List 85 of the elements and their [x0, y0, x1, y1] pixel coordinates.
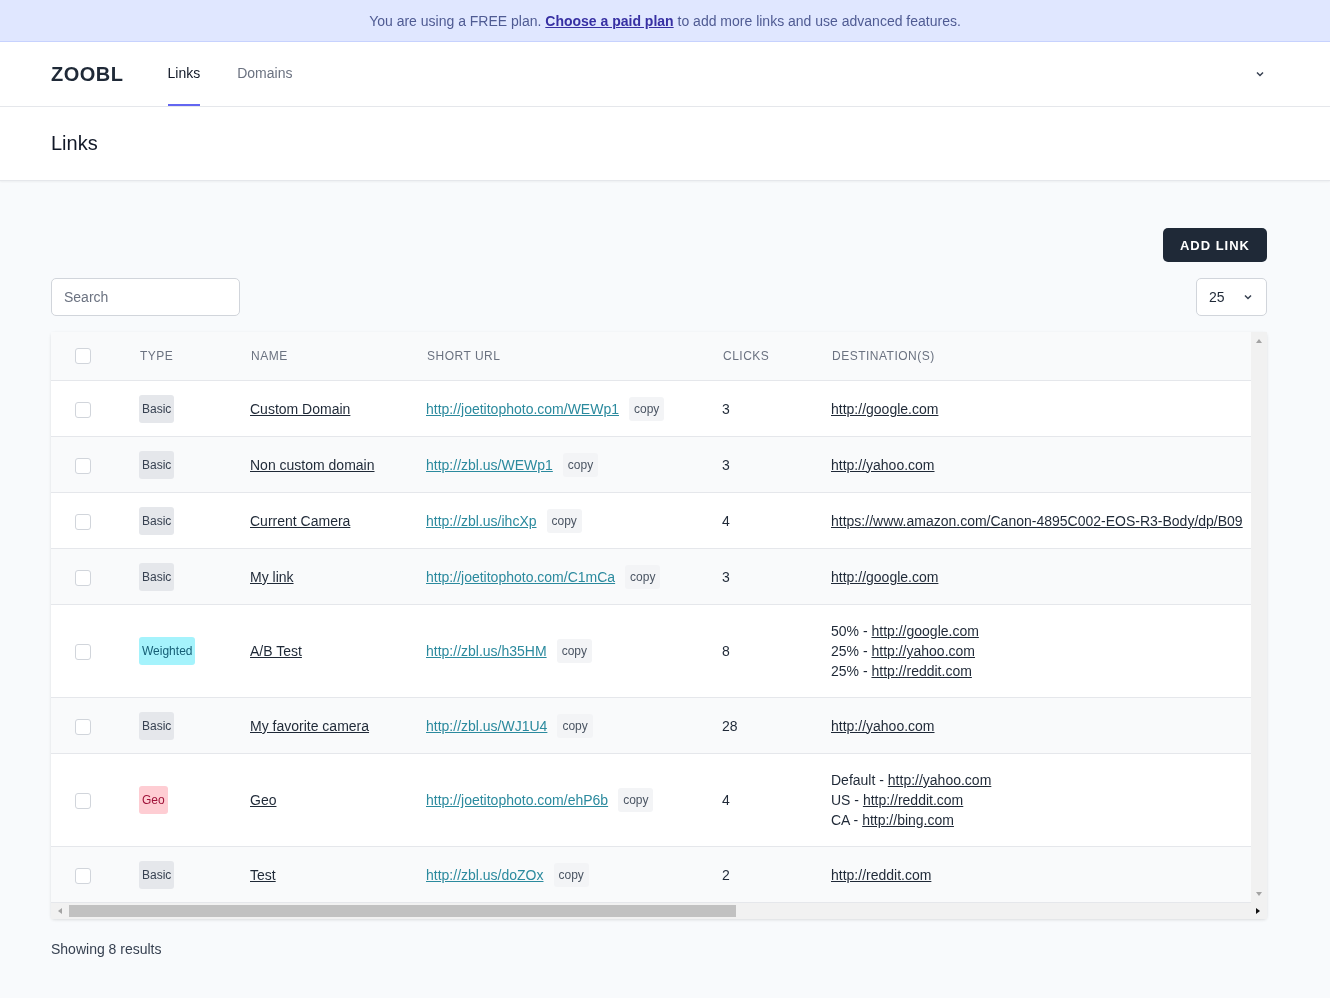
- search-field[interactable]: Search: [51, 278, 240, 316]
- row-checkbox[interactable]: [75, 867, 91, 884]
- destination-link[interactable]: http://yahoo.com: [831, 717, 935, 734]
- type-badge: Basic: [139, 711, 175, 740]
- short-url-link[interactable]: http://zbl.us/doZOx: [426, 864, 544, 885]
- short-url-link[interactable]: http://joetitophoto.com/ehP6b: [426, 790, 609, 810]
- destination-weight: Default -: [831, 772, 885, 788]
- destination-link[interactable]: http://bing.com: [862, 812, 954, 828]
- clicks-count: 3: [722, 400, 730, 417]
- column-header: TYPE: [140, 349, 174, 363]
- row-checkbox[interactable]: [75, 793, 91, 810]
- copy-button[interactable]: copy: [625, 564, 661, 589]
- row-checkbox[interactable]: [75, 401, 91, 418]
- destination-link[interactable]: http://google.com: [871, 623, 979, 639]
- link-name[interactable]: Current Camera: [250, 512, 351, 529]
- destination-link[interactable]: http://yahoo.com: [831, 456, 935, 473]
- type-badge: Basic: [139, 450, 175, 479]
- destination-weight: 25% -: [831, 663, 869, 679]
- type-badge: Basic: [139, 506, 175, 535]
- copy-button[interactable]: copy: [629, 396, 665, 421]
- column-header: CLICKS: [723, 349, 770, 363]
- add-link-button[interactable]: ADD LINK: [1162, 228, 1267, 262]
- scroll-left-icon[interactable]: [57, 907, 63, 915]
- clicks-count: 8: [722, 643, 730, 659]
- clicks-count: 2: [722, 866, 730, 883]
- destination-link[interactable]: http://yahoo.com: [887, 772, 992, 788]
- brand-logo[interactable]: ZOOBL: [51, 42, 124, 106]
- short-url-link[interactable]: http://joetitophoto.com/WEWp1: [426, 398, 619, 419]
- short-url-link[interactable]: http://zbl.us/WJ1U4: [426, 715, 548, 736]
- copy-button[interactable]: copy: [557, 713, 593, 738]
- destination-link[interactable]: http://reddit.com: [871, 663, 972, 679]
- copy-button[interactable]: copy: [618, 788, 654, 812]
- scroll-down-icon[interactable]: [1255, 891, 1263, 897]
- destination-link[interactable]: http://reddit.com: [862, 792, 964, 808]
- copy-button[interactable]: copy: [553, 862, 589, 887]
- destination-link[interactable]: http://reddit.com: [831, 866, 932, 883]
- link-name[interactable]: My link: [250, 568, 294, 585]
- select-all-checkbox[interactable]: [75, 348, 91, 364]
- destination-link[interactable]: http://yahoo.com: [871, 643, 975, 659]
- destination-link[interactable]: http://google.com: [831, 400, 939, 417]
- type-badge: Basic: [139, 860, 175, 889]
- short-url-link[interactable]: http://zbl.us/h35HM: [426, 641, 547, 661]
- destination-weight: US -: [831, 792, 860, 808]
- short-url-link[interactable]: http://zbl.us/ihcXp: [426, 510, 537, 531]
- link-name[interactable]: Geo: [250, 792, 277, 808]
- link-name[interactable]: Custom Domain: [250, 400, 351, 417]
- type-badge: Geo: [139, 786, 168, 814]
- row-checkbox[interactable]: [75, 718, 91, 735]
- destination-link[interactable]: https://www.amazon.com/Canon-4895C002-EOS-R3-Body/dp/B09: [831, 512, 1243, 529]
- destination-weight: 25% -: [831, 643, 869, 659]
- column-header: NAME: [251, 349, 288, 363]
- scroll-up-icon[interactable]: [1255, 338, 1263, 344]
- column-header: DESTINATION(S): [832, 349, 935, 363]
- copy-button[interactable]: copy: [546, 508, 582, 533]
- destination-weight: 50% -: [831, 623, 869, 639]
- row-checkbox[interactable]: [75, 644, 91, 661]
- short-url-link[interactable]: http://joetitophoto.com/C1mCa: [426, 566, 616, 587]
- results-count: Showing 8 results: [51, 941, 163, 957]
- link-name[interactable]: A/B Test: [250, 643, 302, 659]
- scroll-right-icon[interactable]: [1255, 907, 1261, 915]
- paid-plan-link[interactable]: Choose a paid plan: [545, 12, 674, 29]
- copy-button[interactable]: copy: [556, 639, 592, 663]
- horizontal-scrollbar[interactable]: [51, 903, 1267, 919]
- destination-weight: CA -: [831, 812, 860, 828]
- row-checkbox[interactable]: [75, 457, 91, 474]
- clicks-count: 3: [722, 456, 730, 473]
- short-url-link[interactable]: http://zbl.us/WEWp1: [426, 454, 553, 475]
- per-page-select[interactable]: 25: [1196, 278, 1267, 316]
- clicks-count: 28: [722, 717, 738, 734]
- clicks-count: 4: [722, 512, 730, 529]
- vertical-scrollbar[interactable]: [1251, 332, 1267, 903]
- column-header: SHORT URL: [427, 349, 501, 363]
- banner-text: You are using a FREE plan. Choose a paid plan to add more links and use advanced features.: [369, 12, 961, 29]
- type-badge: Weighted: [139, 637, 196, 665]
- page-title: Links: [51, 132, 98, 155]
- clicks-count: 3: [722, 568, 730, 585]
- row-checkbox[interactable]: [75, 569, 91, 586]
- type-badge: Basic: [139, 394, 175, 423]
- row-checkbox[interactable]: [75, 513, 91, 530]
- nav-tab[interactable]: Domains: [237, 42, 293, 106]
- link-name[interactable]: Test: [250, 866, 276, 883]
- copy-button[interactable]: copy: [562, 452, 599, 477]
- type-badge: Basic: [139, 562, 175, 591]
- clicks-count: 4: [722, 792, 730, 808]
- destination-link[interactable]: http://google.com: [831, 568, 939, 585]
